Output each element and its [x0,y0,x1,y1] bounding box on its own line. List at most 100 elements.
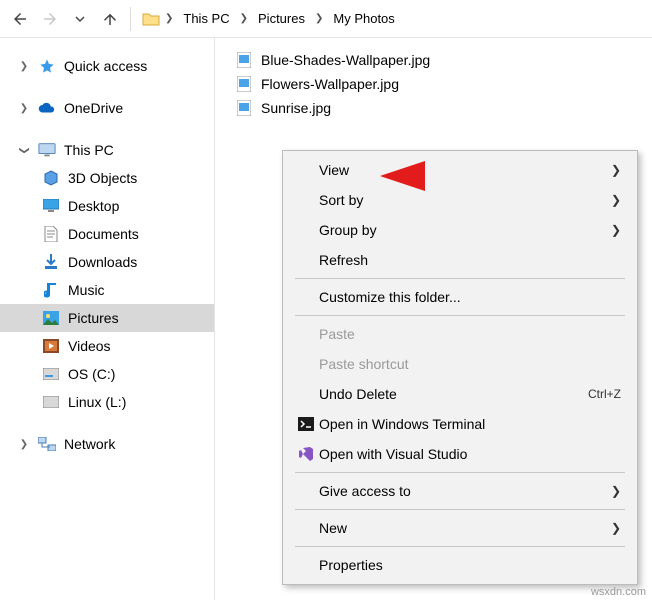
collapse-icon[interactable]: ❯ [19,144,30,156]
terminal-icon [293,417,319,431]
sidebar-item-pictures[interactable]: Pictures [0,304,214,332]
menu-item-view[interactable]: View❯ [285,155,635,185]
submenu-icon: ❯ [611,484,621,498]
sidebar-label: Desktop [68,198,119,214]
back-button[interactable] [6,5,34,33]
menu-label: Open with Visual Studio [319,446,621,462]
menu-label: Properties [319,557,621,573]
sidebar-label: Documents [68,226,139,242]
network-icon [38,435,56,453]
sidebar-label: Pictures [68,310,119,326]
menu-label: Give access to [319,483,611,499]
breadcrumb-item[interactable]: This PC [177,7,235,30]
sidebar-label: Network [64,436,115,452]
file-name: Sunrise.jpg [261,100,331,116]
sidebar-item-this-pc[interactable]: ❯ This PC [0,136,214,164]
context-menu: View❯ Sort by❯ Group by❯ Refresh Customi… [282,150,638,585]
submenu-icon: ❯ [611,193,621,207]
expand-icon[interactable]: ❯ [18,61,30,72]
menu-item-paste-shortcut: Paste shortcut [285,349,635,379]
menu-item-group[interactable]: Group by❯ [285,215,635,245]
menu-separator [295,278,625,279]
navigation-tree: ❯ Quick access ❯ OneDrive ❯ This PC 3D O… [0,38,215,600]
music-icon [42,281,60,299]
sidebar-item-os-drive[interactable]: OS (C:) [0,360,214,388]
document-icon [42,225,60,243]
menu-item-visual-studio[interactable]: Open with Visual Studio [285,439,635,469]
sidebar-item-downloads[interactable]: Downloads [0,248,214,276]
menu-item-undo[interactable]: Undo DeleteCtrl+Z [285,379,635,409]
forward-button[interactable] [36,5,64,33]
sidebar-label: OneDrive [64,100,123,116]
submenu-icon: ❯ [611,223,621,237]
submenu-icon: ❯ [611,521,621,535]
sidebar-item-videos[interactable]: Videos [0,332,214,360]
cube-icon [42,169,60,187]
breadcrumb[interactable]: ❯ This PC ❯ Pictures ❯ My Photos [137,7,401,30]
file-item[interactable]: Flowers-Wallpaper.jpg [229,72,652,96]
navigation-bar: ❯ This PC ❯ Pictures ❯ My Photos [0,0,652,38]
sidebar-label: OS (C:) [68,366,115,382]
image-file-icon [237,76,253,92]
menu-shortcut: Ctrl+Z [588,387,621,401]
sidebar-label: Videos [68,338,111,354]
sidebar-label: Linux (L:) [68,394,126,410]
submenu-icon: ❯ [611,163,621,177]
menu-item-terminal[interactable]: Open in Windows Terminal [285,409,635,439]
breadcrumb-item[interactable]: Pictures [252,7,311,30]
computer-icon [38,141,56,159]
sidebar-item-linux-drive[interactable]: Linux (L:) [0,388,214,416]
menu-label: Paste [319,326,621,342]
file-item[interactable]: Sunrise.jpg [229,96,652,120]
menu-item-give-access[interactable]: Give access to❯ [285,476,635,506]
desktop-icon [42,197,60,215]
menu-label: Group by [319,222,611,238]
sidebar-item-music[interactable]: Music [0,276,214,304]
sidebar-label: Downloads [68,254,137,270]
visual-studio-icon [293,446,319,462]
expand-icon[interactable]: ❯ [18,439,30,450]
menu-label: View [319,162,611,178]
menu-item-refresh[interactable]: Refresh [285,245,635,275]
sidebar-item-quick-access[interactable]: ❯ Quick access [0,52,214,80]
menu-item-sort[interactable]: Sort by❯ [285,185,635,215]
menu-separator [295,315,625,316]
drive-icon [42,393,60,411]
separator [130,7,131,31]
folder-icon [141,9,161,29]
watermark: wsxdn.com [591,586,646,598]
menu-label: New [319,520,611,536]
sidebar-item-onedrive[interactable]: ❯ OneDrive [0,94,214,122]
chevron-right-icon: ❯ [238,13,250,24]
image-file-icon [237,100,253,116]
menu-label: Customize this folder... [319,289,621,305]
expand-icon[interactable]: ❯ [18,103,30,114]
file-item[interactable]: Blue-Shades-Wallpaper.jpg [229,48,652,72]
sidebar-item-documents[interactable]: Documents [0,220,214,248]
download-icon [42,253,60,271]
menu-item-customize[interactable]: Customize this folder... [285,282,635,312]
menu-label: Refresh [319,252,621,268]
chevron-right-icon: ❯ [313,13,325,24]
file-name: Flowers-Wallpaper.jpg [261,76,399,92]
menu-item-new[interactable]: New❯ [285,513,635,543]
videos-icon [42,337,60,355]
menu-label: Undo Delete [319,386,588,402]
breadcrumb-item[interactable]: My Photos [327,7,400,30]
star-icon [38,57,56,75]
sidebar-label: Music [68,282,105,298]
menu-separator [295,472,625,473]
sidebar-label: This PC [64,142,114,158]
drive-icon [42,365,60,383]
recent-dropdown[interactable] [66,5,94,33]
sidebar-item-network[interactable]: ❯ Network [0,430,214,458]
menu-label: Sort by [319,192,611,208]
chevron-right-icon: ❯ [163,13,175,24]
sidebar-item-3d-objects[interactable]: 3D Objects [0,164,214,192]
menu-separator [295,546,625,547]
sidebar-item-desktop[interactable]: Desktop [0,192,214,220]
up-button[interactable] [96,5,124,33]
menu-item-properties[interactable]: Properties [285,550,635,580]
menu-label: Paste shortcut [319,356,621,372]
image-file-icon [237,52,253,68]
